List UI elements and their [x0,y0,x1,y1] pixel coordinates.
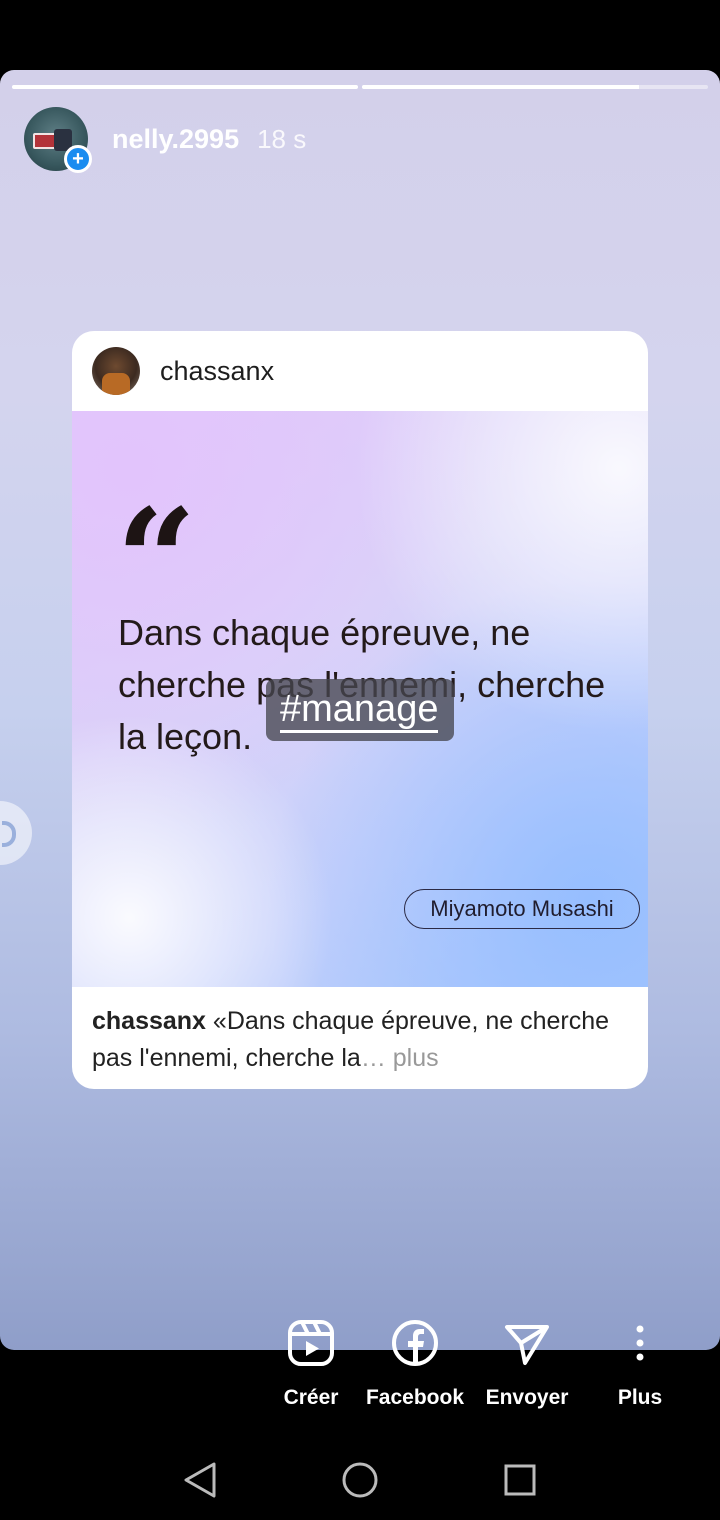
card-author-name: chassanx [160,355,275,386]
caption-username: chassanx [92,1007,206,1035]
facebook-icon [390,1318,440,1368]
more-button[interactable]: Plus [580,1318,700,1410]
story-viewer[interactable]: + nelly.2995 18 s chassanx “ Dans chaque… [0,70,720,1350]
reels-icon [286,1318,336,1368]
share-actions: Créer Facebook Envoyer Plus [0,1318,720,1428]
side-panel-handle[interactable] [0,801,32,865]
recents-icon[interactable] [498,1458,542,1502]
more-label: Plus [617,1386,663,1409]
progress-segment-2 [362,85,708,89]
system-nav-bar [0,1440,720,1520]
hashtag-sticker[interactable]: #manage [266,679,454,741]
caption-ellipsis: … [360,1044,386,1072]
card-author-avatar [92,347,140,395]
quote-author-pill: Miyamoto Musashi [404,889,640,929]
create-label: Créer [283,1386,339,1409]
progress-fill-2 [362,85,639,89]
send-label: Envoyer [485,1386,569,1409]
card-header: chassanx [72,331,648,411]
story-username[interactable]: nelly.2995 [112,124,239,155]
shared-post-card[interactable]: chassanx “ Dans chaque épreuve, ne cherc… [72,331,648,1089]
send-icon [502,1318,552,1368]
quote-image: “ Dans chaque épreuve, ne cherche pas l'… [72,411,648,987]
progress-segment-1 [12,85,358,89]
create-button[interactable]: Créer [251,1318,371,1410]
back-icon[interactable] [178,1458,222,1502]
handle-icon [2,821,16,847]
story-header: + nelly.2995 18 s [24,107,307,173]
home-icon[interactable] [338,1458,382,1502]
story-timestamp: 18 s [257,123,307,154]
post-caption: chassanx «Dans chaque épreuve, ne cherch… [92,1003,632,1077]
avatar[interactable]: + [24,107,92,173]
more-vertical-icon [615,1318,665,1368]
caption-more-link[interactable]: plus [393,1044,439,1072]
add-plus-badge[interactable]: + [64,145,92,173]
facebook-label: Facebook [365,1386,465,1409]
hashtag-label: #manage [280,688,439,733]
send-button[interactable]: Envoyer [467,1318,587,1410]
story-progress [12,85,708,89]
progress-fill-1 [12,85,358,89]
facebook-button[interactable]: Facebook [355,1318,475,1410]
